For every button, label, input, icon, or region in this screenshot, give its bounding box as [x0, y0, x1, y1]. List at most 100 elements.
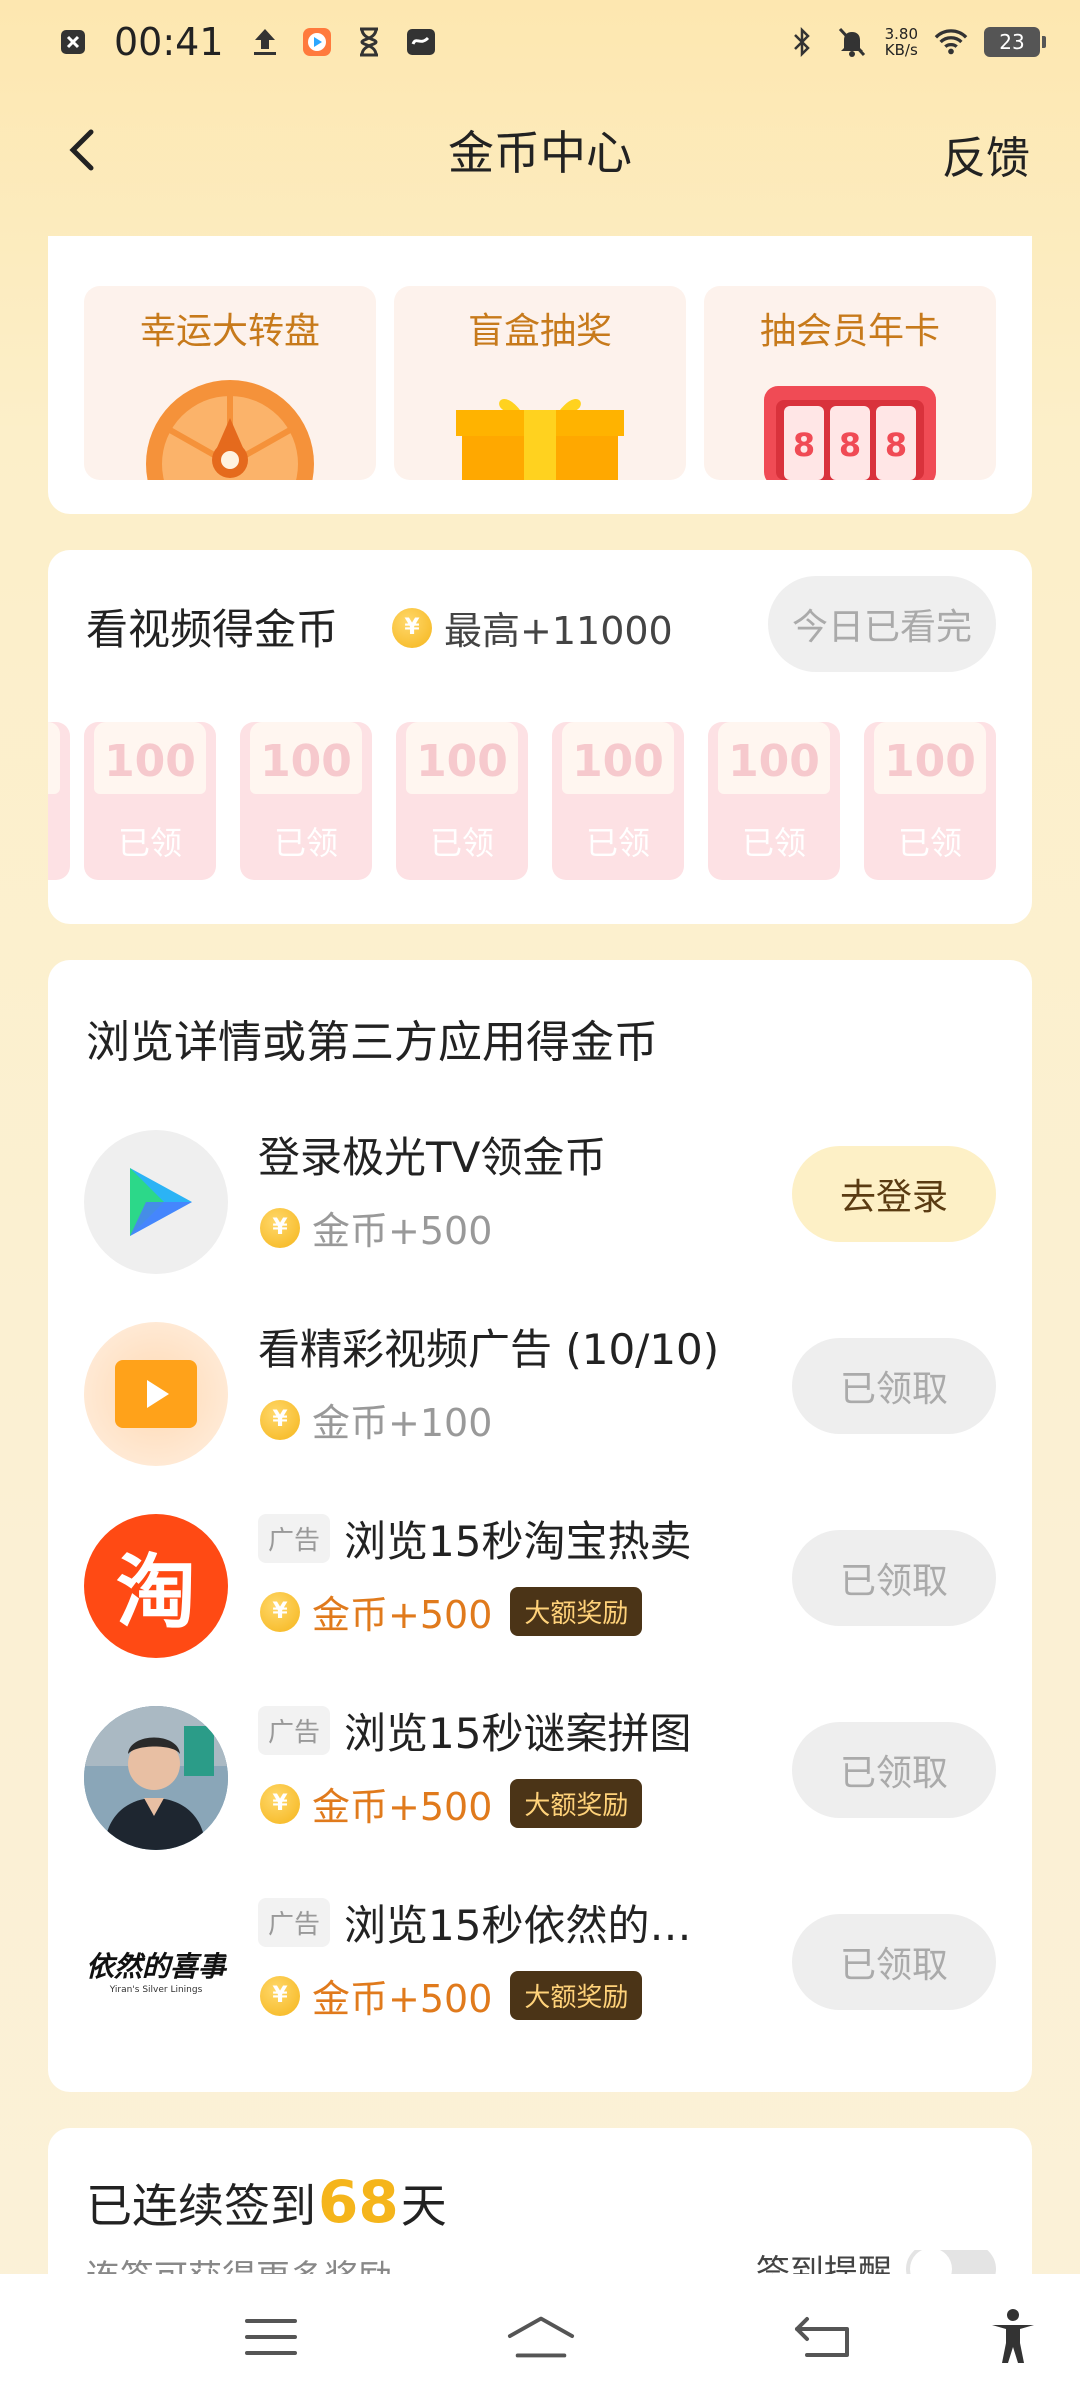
games-card: 幸运大转盘 盲盒抽奖 抽会员年卡 8 8 8 — [48, 236, 1032, 514]
envelope-amount: 100 — [416, 736, 508, 787]
slot-digit: 8 — [793, 426, 815, 464]
status-bar: 00:41 3.80 KB/s 23 — [0, 0, 1080, 84]
red-envelope-partial — [48, 722, 70, 880]
task-name-text: 浏览15秒谜案拼图 — [344, 1709, 692, 1758]
game-tile-vip-card[interactable]: 抽会员年卡 8 8 8 — [704, 286, 996, 480]
envelope-amount: 100 — [728, 736, 820, 787]
claimed-button[interactable]: 已领取 — [792, 1530, 996, 1626]
task-name-text: 浏览15秒淘宝热卖 — [344, 1517, 692, 1566]
video-play-icon — [84, 1322, 228, 1466]
game-tile-wheel[interactable]: 幸运大转盘 — [84, 286, 376, 480]
task-name-text: 看精彩视频广告 (10/10) — [258, 1325, 720, 1374]
envelope-label: 已领 — [897, 824, 962, 862]
envelope-amount: 100 — [572, 736, 664, 787]
red-envelope[interactable]: 100 已领 — [396, 722, 528, 880]
gift-box-icon — [456, 398, 624, 480]
red-envelope[interactable]: 100 已领 — [240, 722, 372, 880]
back-arrow-icon — [795, 2317, 849, 2357]
task-item-login-tv: 登录极光TV领金币 ¥ 金币+500 去登录 — [48, 1118, 1032, 1278]
feedback-link[interactable]: 反馈 — [942, 122, 1030, 186]
envelope-flap — [48, 722, 60, 794]
video-section-title: 看视频得金币 — [86, 605, 339, 654]
task-reward-text: 金币+500 — [312, 1593, 493, 1637]
watched-today-button[interactable]: 今日已看完 — [768, 576, 996, 672]
envelope-amount: 100 — [260, 736, 352, 787]
hourglass-icon — [352, 25, 386, 59]
game-title: 抽会员年卡 — [759, 311, 940, 352]
chevron-left-icon — [69, 129, 94, 171]
task-reward: ¥ 金币+500 — [260, 1200, 492, 1255]
tasks-card: 浏览详情或第三方应用得金币 登录极光TV领金币 ¥ 金币+500 去登录 看精彩… — [48, 960, 1032, 2092]
envelope-label: 已领 — [117, 824, 182, 862]
coin-icon: ¥ — [260, 1207, 300, 1248]
task-reward: ¥ 金币+500 大额奖励 — [260, 1968, 643, 2023]
notification-close-icon — [56, 25, 90, 59]
back-nav-button[interactable] — [788, 2302, 858, 2372]
task-name-text: 浏览15秒依然的… — [344, 1901, 692, 1950]
task-reward: ¥ 金币+100 — [260, 1392, 492, 1447]
menu-icon — [245, 2319, 297, 2355]
task-name: 登录极光TV领金币 — [258, 1124, 606, 1185]
tasks-section-title: 浏览详情或第三方应用得金币 — [86, 1017, 658, 1068]
task-name: 广告 浏览15秒依然的… — [258, 1892, 691, 1953]
red-envelope[interactable]: 100 已领 — [84, 722, 216, 880]
big-reward-badge: 大额奖励 — [510, 1587, 643, 1636]
upload-icon — [248, 25, 282, 59]
max-reward-text: 最高+11000 — [444, 609, 673, 653]
red-envelope[interactable]: 100 已领 — [864, 722, 996, 880]
slot-digit: 8 — [885, 426, 907, 464]
envelope-label: 已领 — [429, 824, 494, 862]
envelope-label: 已领 — [273, 824, 338, 862]
task-reward: ¥ 金币+500 大额奖励 — [260, 1584, 643, 1639]
taobao-logo-text: 淘 — [116, 1546, 196, 1639]
sign-in-card: 已连续签到 68 天 连签可获得更多奖励 签到提醒 — [48, 2128, 1032, 2288]
slot-digit: 8 — [839, 426, 861, 464]
game-title: 盲盒抽奖 — [467, 311, 612, 352]
task-item-puzzle: 广告 浏览15秒谜案拼图 ¥ 金币+500 大额奖励 已领取 — [48, 1694, 1032, 1854]
claimed-button[interactable]: 已领取 — [792, 1338, 996, 1434]
actor-avatar-icon — [84, 1706, 228, 1850]
home-icon — [507, 2316, 575, 2358]
envelope-label: 已领 — [741, 824, 806, 862]
coin-icon: ¥ — [392, 607, 432, 648]
ad-tag: 广告 — [258, 1898, 331, 1947]
task-name: 广告 浏览15秒淘宝热卖 — [258, 1508, 691, 1569]
claimed-button[interactable]: 已领取 — [792, 1722, 996, 1818]
task-item-drama: 依然的喜事 Yiran's Silver Linings 广告 浏览15秒依然的… — [48, 1886, 1032, 2046]
task-name-text: 登录极光TV领金币 — [258, 1133, 607, 1182]
accessibility-button[interactable] — [978, 2302, 1048, 2372]
back-button[interactable] — [56, 124, 108, 176]
video-app-icon — [300, 25, 334, 59]
task-reward-text: 金币+500 — [312, 1977, 493, 2021]
page-title: 金币中心 — [448, 126, 632, 180]
status-time: 00:41 — [114, 20, 224, 64]
drama-logo-text: 依然的喜事 — [85, 1950, 226, 1983]
drama-logo-subtext: Yiran's Silver Linings — [109, 1985, 203, 1995]
red-envelope[interactable]: 100 已领 — [552, 722, 684, 880]
system-nav-bar — [0, 2274, 1080, 2400]
task-name: 广告 浏览15秒谜案拼图 — [258, 1700, 691, 1761]
header: 金币中心 反馈 — [0, 100, 1080, 200]
video-max-reward: ¥ 最高+11000 — [392, 600, 673, 655]
home-button[interactable] — [506, 2302, 576, 2372]
red-envelope[interactable]: 100 已领 — [708, 722, 840, 880]
claimed-button[interactable]: 已领取 — [792, 1914, 996, 2010]
sign-in-title: 已连续签到 68 天 — [86, 2168, 447, 2236]
task-reward-text: 金币+500 — [312, 1785, 493, 1829]
net-speed-value: 3.80 — [884, 25, 918, 43]
wifi-icon — [934, 25, 968, 59]
mute-bell-icon — [835, 25, 869, 59]
sign-in-suffix: 天 — [400, 2179, 447, 2233]
coin-icon: ¥ — [260, 1399, 300, 1440]
net-speed-unit: KB/s — [884, 41, 918, 59]
game-tile-blindbox[interactable]: 盲盒抽奖 — [394, 286, 686, 480]
task-item-watch-ad: 看精彩视频广告 (10/10) ¥ 金币+100 已领取 — [48, 1310, 1032, 1470]
game-title: 幸运大转盘 — [139, 311, 320, 352]
envelope-amount: 100 — [104, 736, 196, 787]
big-reward-badge: 大额奖励 — [510, 1779, 643, 1828]
battery-indicator: 23 — [984, 27, 1046, 57]
menu-button[interactable] — [236, 2302, 306, 2372]
status-left: 00:41 — [56, 20, 438, 64]
net-speed: 3.80 KB/s — [885, 26, 918, 58]
go-login-button[interactable]: 去登录 — [792, 1146, 996, 1242]
